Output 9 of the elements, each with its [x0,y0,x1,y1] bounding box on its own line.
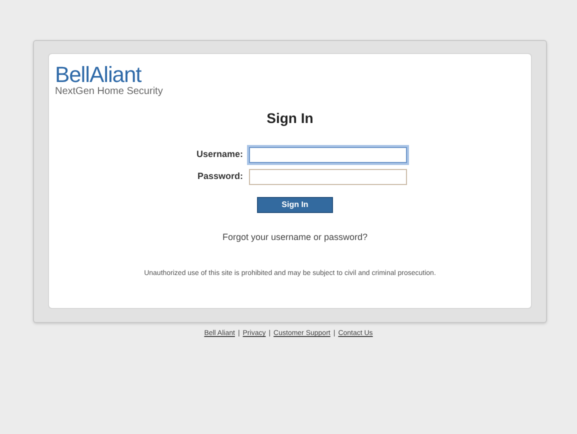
form-title: Sign In [266,109,314,128]
field-label: Username: [195,148,243,162]
field-label: Password: [196,170,243,184]
logo-tagline: NextGen Home Security [55,86,163,98]
forgot-link[interactable]: Forgot your username or password? [222,231,368,244]
sign-in-button[interactable]: Sign In [257,197,333,213]
logo-wordmark: BellAliant [55,64,142,86]
input-field[interactable] [249,147,407,163]
input-field[interactable] [249,169,407,185]
